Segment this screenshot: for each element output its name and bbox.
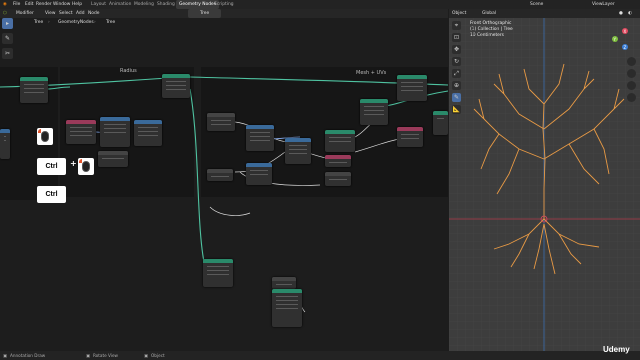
status-mouse-middle-icon: ▣: [86, 353, 90, 358]
menu-view[interactable]: View: [45, 9, 55, 18]
camera-icon[interactable]: [627, 81, 636, 90]
tool-strip: ▸ ✎ ✂: [2, 18, 14, 63]
node-attribute[interactable]: [66, 120, 96, 144]
top-menu-bar: ◉ File Edit Render Window Help Layout An…: [0, 0, 640, 9]
breadcrumb-item-2[interactable]: Tree: [106, 18, 115, 27]
view-layer-name: ViewLayer: [592, 2, 615, 7]
scene-name: Scene: [530, 2, 544, 7]
breadcrumb: Tree › GeometryNodes › Tree: [0, 18, 448, 27]
axis-label-y: Y: [613, 37, 617, 42]
axis-label-z: Z: [624, 45, 627, 50]
node-combine[interactable]: [285, 138, 311, 164]
menu-file[interactable]: File: [13, 0, 20, 9]
breadcrumb-separator-icon: ›: [94, 20, 96, 25]
node-math-2[interactable]: [134, 120, 162, 146]
node-bottom-2[interactable]: [272, 277, 296, 289]
node-mesh-output[interactable]: [397, 75, 427, 101]
blender-logo-icon[interactable]: ◉: [3, 0, 7, 9]
editor-type-icon[interactable]: ⬡: [3, 9, 7, 18]
view-layer-selector[interactable]: ViewLayer: [592, 0, 615, 9]
mouse-key-badge: [37, 128, 53, 145]
annotate-tool-icon[interactable]: ✎: [2, 33, 13, 44]
object-field[interactable]: Tree: [188, 9, 222, 18]
object-field-value: Tree: [200, 11, 210, 16]
measure-ruler-tool-icon[interactable]: 📐: [452, 105, 461, 114]
node-links: [0, 76, 448, 313]
node-input-1[interactable]: [207, 113, 235, 131]
measure-tool-icon[interactable]: ✂: [2, 48, 13, 59]
node-value[interactable]: [98, 151, 128, 167]
plus-sign: +: [70, 159, 77, 168]
node-math-1[interactable]: [100, 117, 130, 147]
tab-modeling[interactable]: Modeling: [134, 0, 154, 9]
zoom-icon[interactable]: [627, 57, 636, 66]
node-bottom-1[interactable]: [203, 259, 233, 287]
node-store-attribute[interactable]: [360, 99, 388, 125]
modifier-dropdown[interactable]: Modifier: [16, 9, 34, 18]
node-curve-to-mesh[interactable]: [325, 130, 355, 152]
status-mouse-left-icon: ▣: [3, 353, 7, 358]
status-bar: ▣ Annotation Draw ▣ Rotate View ▣ Object: [0, 351, 640, 360]
tab-scripting[interactable]: Scripting: [214, 0, 234, 9]
move-tool-icon[interactable]: ✥: [452, 45, 461, 54]
3d-viewport[interactable]: Object Global ● ◐ Front Orthographic (1)…: [449, 9, 640, 351]
status-middle-text: Rotate View: [93, 353, 118, 358]
scene-selector[interactable]: Scene: [530, 0, 543, 9]
node-editor-canvas[interactable]: Radius Mesh + UVs Ctrl + Ctrl: [0, 27, 448, 351]
axis-label-x: X: [624, 29, 627, 34]
node-uv-output[interactable]: [325, 172, 351, 186]
mouse-left-click-icon: [41, 131, 49, 142]
node-named-attribute[interactable]: [397, 127, 423, 147]
node-set-radius[interactable]: [162, 74, 190, 98]
node-group-output[interactable]: [433, 111, 448, 135]
tab-layout[interactable]: Layout: [91, 0, 106, 9]
node-group-input[interactable]: [20, 77, 48, 103]
select-tool-icon[interactable]: ▸: [2, 18, 13, 29]
mouse-key-badge-2: [78, 158, 94, 175]
ctrl-key-badge: Ctrl: [37, 158, 66, 175]
transform-tool-icon[interactable]: ⊕: [452, 81, 461, 90]
node-bottom-3[interactable]: [272, 289, 302, 327]
menu-add[interactable]: Add: [76, 9, 85, 18]
annotate-draw-tool-icon[interactable]: ✎: [452, 93, 461, 102]
viewport-scene: X Y Z: [449, 18, 640, 351]
node-editor-header: ⬡ Modifier View Select Add Node Tree: [0, 9, 448, 18]
perspective-grid-icon[interactable]: [627, 93, 636, 102]
status-right-text: Object: [151, 353, 165, 358]
menu-render[interactable]: Render: [36, 0, 52, 9]
status-mouse-right-icon: ▣: [144, 353, 148, 358]
status-left-text: Annotation Draw: [10, 353, 46, 358]
node-partial-left[interactable]: [0, 129, 10, 159]
menu-select[interactable]: Select: [59, 9, 73, 18]
tab-geometry-nodes[interactable]: Geometry Nodes: [176, 0, 220, 9]
tab-animation[interactable]: Animation: [109, 0, 131, 9]
tab-shading[interactable]: Shading: [157, 0, 175, 9]
udemy-watermark: Udemy: [603, 345, 630, 354]
mouse-left-click-icon: [82, 161, 90, 172]
breadcrumb-item-1[interactable]: GeometryNodes: [58, 18, 94, 27]
menu-edit[interactable]: Edit: [25, 0, 34, 9]
node-math-3[interactable]: [246, 125, 274, 151]
cursor-tool-icon[interactable]: ⌖: [452, 21, 461, 30]
select-box-tool-icon[interactable]: ⊡: [452, 33, 461, 42]
breadcrumb-separator-icon: ›: [48, 20, 50, 25]
ctrl-key-badge-2: Ctrl: [37, 186, 66, 203]
node-input-2[interactable]: [207, 169, 233, 181]
scale-tool-icon[interactable]: ⤢: [452, 69, 461, 78]
breadcrumb-item-0[interactable]: Tree: [34, 18, 43, 27]
rotate-tool-icon[interactable]: ↻: [452, 57, 461, 66]
pan-hand-icon[interactable]: [627, 69, 636, 78]
node-attribute-2[interactable]: [325, 155, 351, 167]
viewport-tool-strip: ⌖ ⊡ ✥ ↻ ⤢ ⊕ ✎ 📐: [452, 21, 461, 117]
menu-node[interactable]: Node: [88, 9, 99, 18]
menu-help[interactable]: Help: [72, 0, 82, 9]
menu-window[interactable]: Window: [53, 0, 70, 9]
node-math-4[interactable]: [246, 163, 272, 185]
